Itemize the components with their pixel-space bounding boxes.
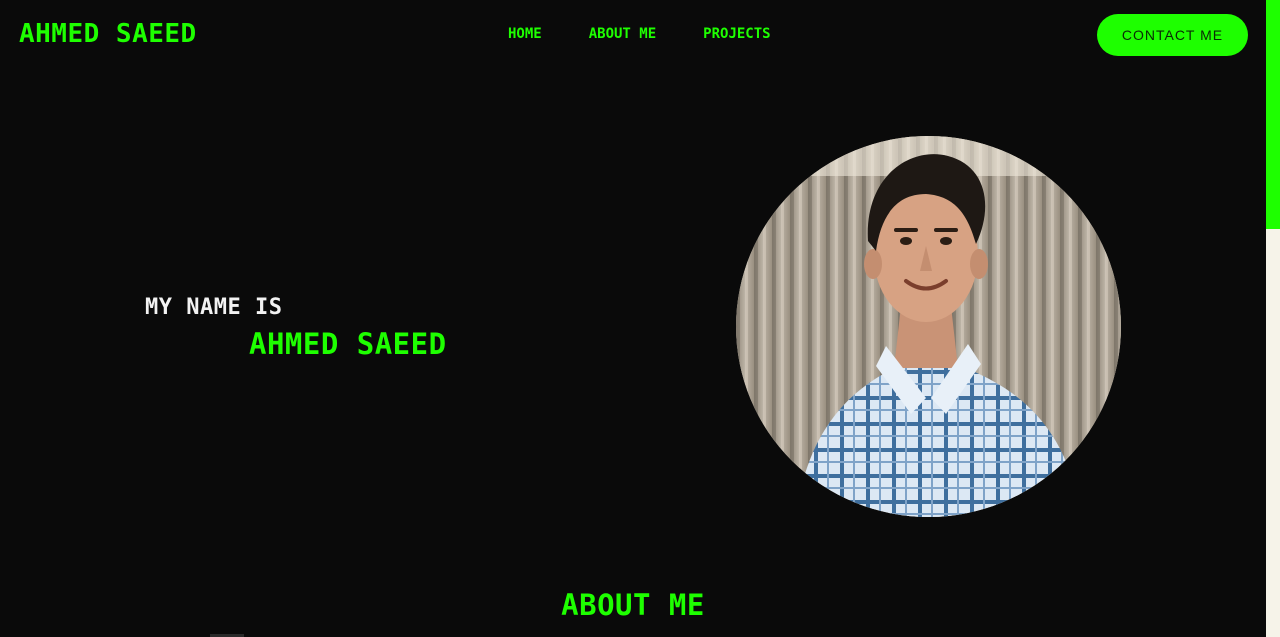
profile-photo-illustration — [736, 136, 1121, 517]
brand-logo[interactable]: AHMED SAEED — [19, 19, 197, 49]
hero-name: AHMED SAEED — [249, 327, 447, 361]
nav-home-link[interactable]: HOME — [508, 26, 542, 42]
main-nav: HOME ABOUT ME PROJECTS — [508, 26, 771, 42]
intro-text: MY NAME IS — [145, 295, 283, 320]
scrollbar-thumb[interactable] — [1266, 0, 1280, 229]
profile-photo — [736, 136, 1121, 517]
portfolio-page: AHMED SAEED HOME ABOUT ME PROJECTS CONTA… — [0, 0, 1280, 637]
nav-about-link[interactable]: ABOUT ME — [589, 26, 656, 42]
nav-projects-link[interactable]: PROJECTS — [703, 26, 770, 42]
contact-button[interactable]: CONTACT ME — [1097, 14, 1248, 56]
about-heading: ABOUT ME — [561, 588, 705, 622]
page-scrollbar[interactable] — [1266, 0, 1280, 637]
